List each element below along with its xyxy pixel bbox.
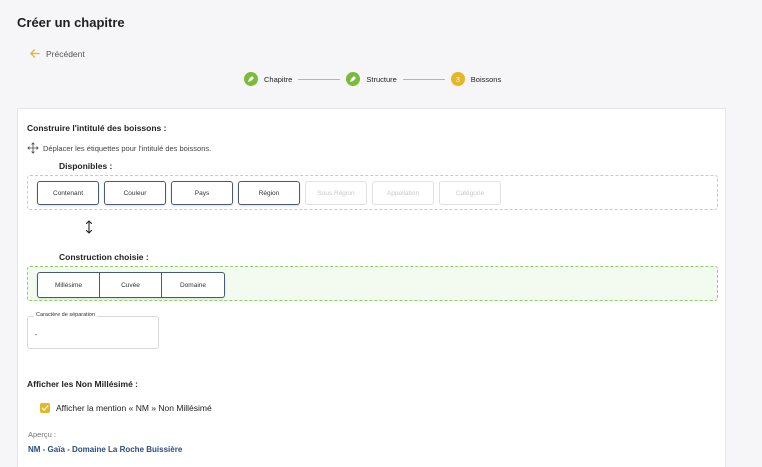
non-vintage-option[interactable]: Afficher la mention « NM » Non Millésimé [40,403,212,413]
back-button[interactable]: Précédent [29,48,85,59]
page-header: Créer un chapitre Précédent Chapitre Str… [0,0,762,100]
move-icon [27,142,39,154]
builder-card: Construire l'intitulé des boissons : Dép… [17,108,726,467]
tag-region[interactable]: Région [238,181,300,205]
tag-couleur[interactable]: Couleur [104,181,166,205]
back-label: Précédent [46,48,85,59]
step-label: Structure [366,74,397,84]
preview-value: NM - Gaïa - Domaine La Roche Buissière [28,445,183,454]
stepper: Chapitre Structure 3 Boissons [244,71,501,87]
chosen-title: Construction choisie : [59,252,149,262]
check-icon [41,405,49,411]
pencil-icon [244,72,258,86]
separator-input[interactable] [35,330,145,339]
page-title: Créer un chapitre [17,15,125,30]
non-vintage-checkbox-label: Afficher la mention « NM » Non Millésimé [56,403,212,413]
swap-vertical-icon [85,220,93,234]
step-boissons[interactable]: 3 Boissons [450,72,502,86]
separator-field[interactable]: Caractère de séparation [27,312,159,349]
available-title: Disponibles : [59,161,113,171]
pencil-icon [346,72,361,86]
chosen-tag-domaine[interactable]: Domaine [162,273,224,297]
step-number: 3 [450,72,465,86]
step-structure[interactable]: Structure [346,72,397,86]
tag-contenant[interactable]: Contenant [37,181,99,205]
step-label: Boissons [470,74,502,84]
separator-label: Caractère de séparation [34,312,98,318]
arrow-left-icon [30,49,40,58]
tag-pays[interactable]: Pays [171,181,233,205]
chosen-tag-millesime[interactable]: Millésime [38,273,100,297]
non-vintage-title: Afficher les Non Millésimé : [27,379,138,389]
tag-appellation: Appellation [372,181,434,205]
step-label: Chapitre [264,74,293,84]
step-connector [402,78,445,80]
chosen-tags-group: Millésime Cuvée Domaine [37,272,225,298]
tag-categorie: Catégorie [439,181,501,205]
available-tags-zone[interactable]: Contenant Couleur Pays Région Sous Régio… [27,175,718,210]
hint-text: Déplacer les étiquettes pour l'intitulé … [43,143,212,153]
non-vintage-checkbox[interactable] [40,403,50,413]
tag-sous-region: Sous Région [305,181,367,205]
chosen-tag-cuvee[interactable]: Cuvée [100,273,162,297]
step-connector [298,78,341,80]
builder-hint: Déplacer les étiquettes pour l'intitulé … [27,142,211,154]
builder-title: Construire l'intitulé des boissons : [27,123,167,133]
chosen-tags-zone[interactable]: Millésime Cuvée Domaine [27,266,718,301]
step-chapitre[interactable]: Chapitre [244,72,292,86]
preview-label: Aperçu : [28,430,56,439]
